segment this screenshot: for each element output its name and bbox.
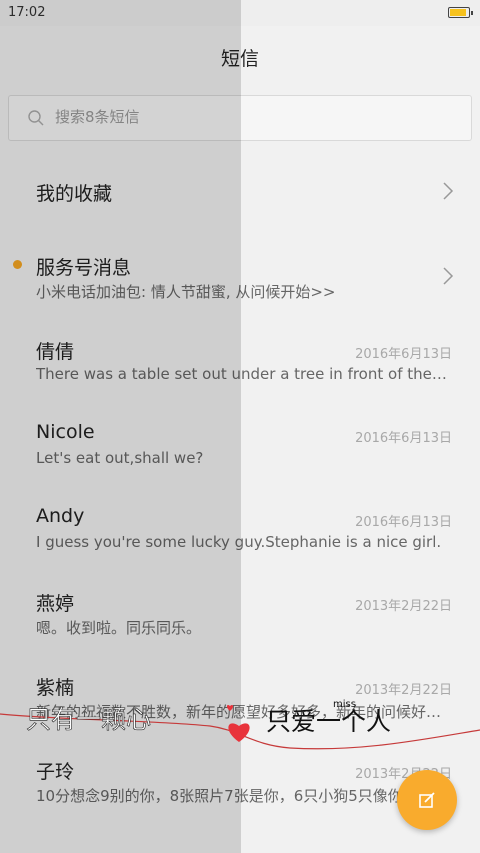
favorites-row[interactable]: 我的收藏 bbox=[0, 150, 480, 234]
message-date: 2016年6月13日 bbox=[355, 515, 452, 530]
message-preview: There was a table set out under a tree i… bbox=[36, 365, 448, 383]
search-icon bbox=[28, 110, 44, 126]
heart-icon bbox=[226, 704, 234, 711]
conversation-row[interactable]: Andy 2016年6月13日 I guess you're some luck… bbox=[0, 486, 480, 570]
overlay-small-text: miss bbox=[333, 699, 356, 710]
favorites-label: 我的收藏 bbox=[36, 183, 113, 205]
message-preview: 嗯。收到啦。同乐同乐。 bbox=[36, 619, 202, 637]
message-date: 2013年2月22日 bbox=[355, 599, 452, 614]
conversation-row[interactable]: Nicole 2016年6月13日 Let's eat out,shall we… bbox=[0, 402, 480, 486]
message-date: 2016年6月13日 bbox=[355, 347, 452, 362]
status-time: 17:02 bbox=[8, 5, 46, 20]
title-bar: 短信 bbox=[0, 26, 480, 88]
message-date: 2016年6月13日 bbox=[355, 431, 452, 446]
overlay-left-text: 只有一颗心 bbox=[26, 705, 151, 734]
handwriting-overlay: 只有一颗心 只爱一个人 miss bbox=[0, 699, 480, 750]
contact-name: 子玲 bbox=[36, 761, 75, 783]
overlay-right-text: 只爱一个人 bbox=[266, 707, 391, 736]
contact-name: 倩倩 bbox=[36, 341, 75, 363]
contact-name: 燕婷 bbox=[36, 593, 75, 615]
conversation-row[interactable]: 倩倩 2016年6月13日 There was a table set out … bbox=[0, 318, 480, 402]
message-preview: I guess you're some lucky guy.Stephanie … bbox=[36, 533, 442, 551]
battery-icon bbox=[448, 7, 473, 18]
contact-name: Andy bbox=[36, 505, 85, 527]
service-messages-row[interactable]: 服务号消息 小米电话加油包: 情人节甜蜜, 从问候开始>> bbox=[0, 234, 480, 318]
search-box[interactable] bbox=[8, 95, 472, 141]
unread-dot bbox=[13, 260, 22, 269]
chevron-right-icon bbox=[443, 182, 454, 200]
search-input[interactable] bbox=[55, 108, 435, 126]
heart-icon bbox=[228, 723, 250, 742]
contact-name: Nicole bbox=[36, 421, 95, 443]
service-title: 服务号消息 bbox=[36, 257, 132, 279]
status-bar: 17:02 bbox=[0, 0, 480, 26]
compose-button[interactable] bbox=[397, 770, 457, 830]
service-preview: 小米电话加油包: 情人节甜蜜, 从问候开始>> bbox=[36, 283, 336, 301]
message-preview: Let's eat out,shall we? bbox=[36, 449, 204, 467]
compose-icon bbox=[419, 792, 435, 808]
page-title: 短信 bbox=[220, 47, 259, 70]
message-preview: 10分想念9别的你，8张照片7张是你，6只小狗5只像你 bbox=[36, 787, 403, 805]
conversation-row[interactable]: 燕婷 2013年2月22日 嗯。收到啦。同乐同乐。 bbox=[0, 570, 480, 654]
chevron-right-icon bbox=[443, 267, 454, 285]
